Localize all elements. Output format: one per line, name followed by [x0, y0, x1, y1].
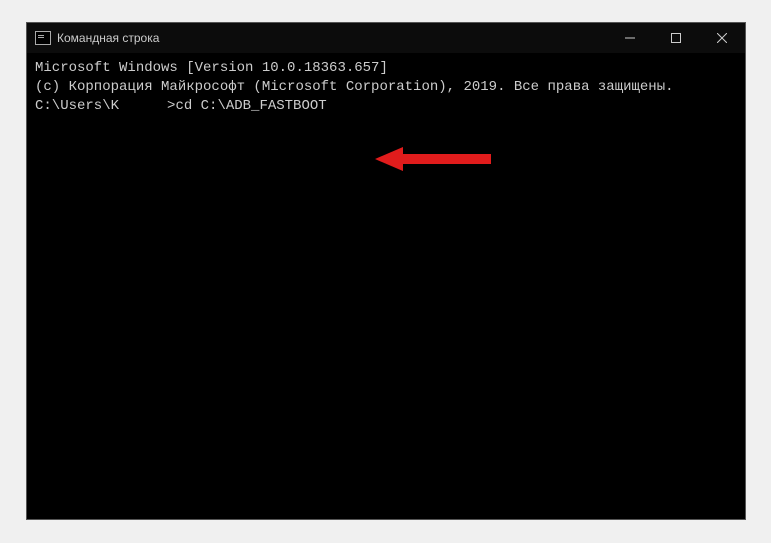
- maximize-button[interactable]: [653, 23, 699, 53]
- command-prompt-window: Командная строка Microsoft Windows [Vers…: [26, 22, 746, 520]
- prompt-suffix: >: [167, 97, 175, 116]
- redacted-username: [119, 97, 167, 111]
- titlebar[interactable]: Командная строка: [27, 23, 745, 53]
- close-button[interactable]: [699, 23, 745, 53]
- version-line: Microsoft Windows [Version 10.0.18363.65…: [35, 59, 737, 78]
- prompt-user-first: K: [111, 97, 119, 116]
- window-title: Командная строка: [57, 31, 607, 45]
- terminal-area[interactable]: Microsoft Windows [Version 10.0.18363.65…: [27, 53, 745, 122]
- copyright-line: (c) Корпорация Майкрософт (Microsoft Cor…: [35, 78, 737, 97]
- command-text: cd C:\ADB_FASTBOOT: [175, 97, 326, 116]
- minimize-button[interactable]: [607, 23, 653, 53]
- cmd-icon: [35, 31, 51, 45]
- window-controls: [607, 23, 745, 53]
- arrow-annotation-icon: [375, 145, 495, 173]
- prompt-prefix: C:\Users\: [35, 97, 111, 116]
- prompt-line: C:\Users\K >cd C:\ADB_FASTBOOT: [35, 97, 737, 116]
